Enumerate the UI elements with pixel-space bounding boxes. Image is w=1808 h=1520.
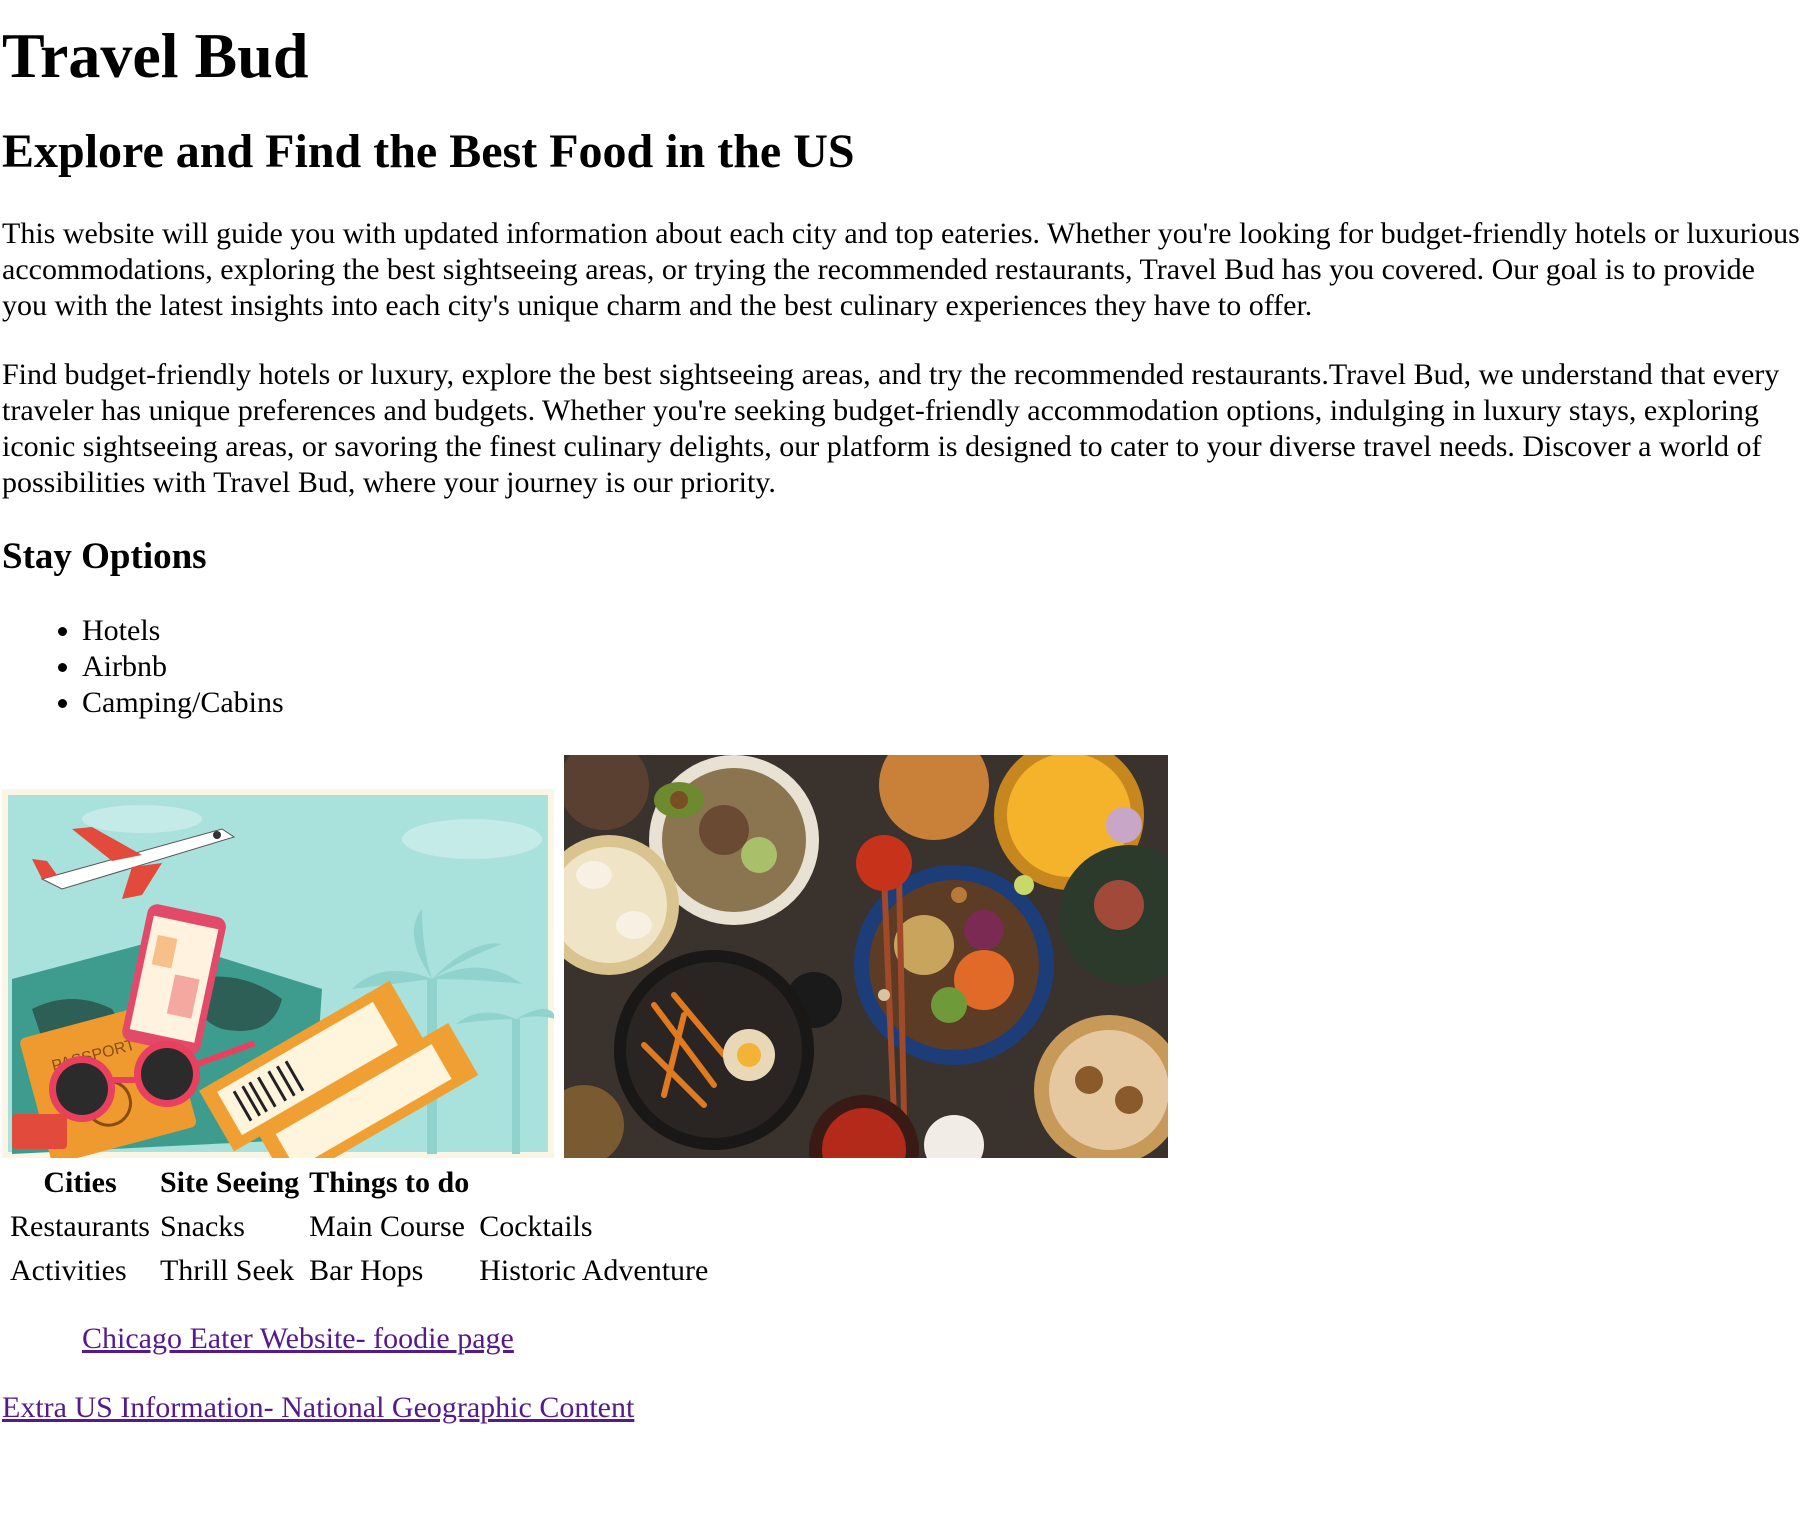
table-cell: Historic Adventure <box>479 1254 709 1287</box>
national-geographic-link[interactable]: Extra US Information- National Geographi… <box>2 1390 1806 1426</box>
table-cell: Snacks <box>159 1210 245 1243</box>
table-cell: Main Course <box>309 1210 465 1243</box>
page: Travel Bud Explore and Find the Best Foo… <box>0 20 1806 1426</box>
list-item-airbnb: Airbnb <box>82 649 1806 685</box>
links-section: Chicago Eater Website- foodie page Extra… <box>2 1321 1806 1426</box>
travel-illustration-svg: PASSPORT <box>2 789 554 1158</box>
site-subtitle: Explore and Find the Best Food in the US <box>2 125 855 178</box>
site-title: Travel Bud <box>2 20 309 91</box>
stay-options-list: Hotels Airbnb Camping/Cabins <box>2 613 1806 721</box>
table-header-cities: Cities <box>43 1166 117 1199</box>
table-row: Restaurants Snacks Main Course Cocktails <box>8 1208 710 1246</box>
list-item-camping: Camping/Cabins <box>82 685 1806 721</box>
credit-card-icon <box>12 1114 67 1149</box>
chicago-eater-link[interactable]: Chicago Eater Website- foodie page <box>82 1321 1806 1357</box>
table-cell: Thrill Seek <box>159 1254 295 1287</box>
food-spread-image <box>564 755 1168 1158</box>
stay-options-heading: Stay Options <box>2 536 207 577</box>
image-row: PASSPORT <box>2 755 1806 1158</box>
intro-paragraph-1: This website will guide you with updated… <box>2 217 1800 322</box>
table-cell: Activities <box>10 1254 127 1287</box>
table-header-site-seeing: Site Seeing <box>159 1166 300 1199</box>
table-header-things-to-do: Things to do <box>309 1166 470 1199</box>
intro-paragraph-2: Find budget-friendly hotels or luxury, e… <box>2 358 1780 499</box>
table-header-row: Cities Site Seeing Things to do <box>8 1164 710 1202</box>
table-header-empty <box>477 1164 710 1202</box>
food-spread-svg <box>564 755 1168 1158</box>
table-cell: Cocktails <box>479 1210 593 1243</box>
things-table: Cities Site Seeing Things to do Restaura… <box>2 1158 716 1296</box>
table-row: Activities Thrill Seek Bar Hops Historic… <box>8 1252 710 1290</box>
table-cell: Bar Hops <box>309 1254 424 1287</box>
list-item-hotels: Hotels <box>82 613 1806 649</box>
table-cell: Restaurants <box>10 1210 150 1243</box>
travel-illustration-image: PASSPORT <box>2 789 554 1158</box>
